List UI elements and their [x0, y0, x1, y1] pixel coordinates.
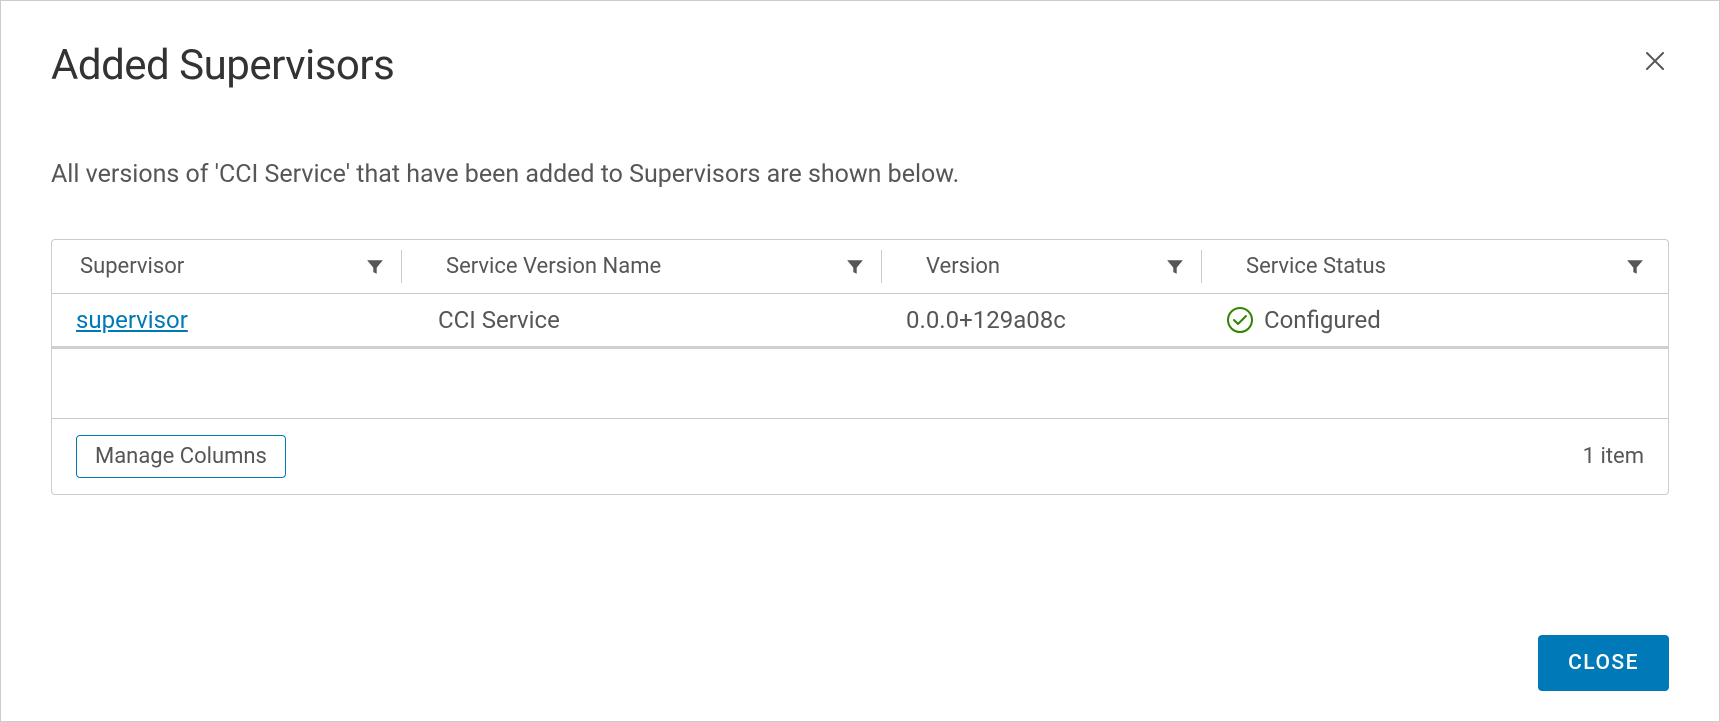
cell-version: 0.0.0+129a08c	[882, 294, 1202, 346]
column-header-label: Service Version Name	[446, 254, 661, 279]
manage-columns-button[interactable]: Manage Columns	[76, 435, 286, 478]
filter-icon[interactable]	[366, 258, 384, 276]
table-header-row: Supervisor Service Version Name Version …	[52, 240, 1668, 294]
item-count: 1 item	[1583, 444, 1644, 469]
filter-icon[interactable]	[1166, 258, 1184, 276]
filter-icon[interactable]	[1626, 258, 1644, 276]
close-button[interactable]: CLOSE	[1538, 635, 1669, 691]
cell-service-status: Configured	[1202, 294, 1668, 346]
column-header-version[interactable]: Version	[882, 240, 1202, 293]
check-circle-icon	[1226, 306, 1254, 334]
table-spacer	[52, 349, 1668, 419]
column-header-service-status[interactable]: Service Status	[1202, 240, 1668, 293]
modal-footer: CLOSE	[51, 635, 1669, 691]
cell-service-version-name: CCI Service	[402, 294, 882, 346]
modal-description: All versions of 'CCI Service' that have …	[51, 160, 1669, 189]
filter-icon[interactable]	[846, 258, 864, 276]
column-header-service-version-name[interactable]: Service Version Name	[402, 240, 882, 293]
cell-supervisor: supervisor	[52, 294, 402, 346]
column-header-label: Supervisor	[80, 254, 184, 279]
supervisor-link[interactable]: supervisor	[76, 306, 188, 334]
added-supervisors-modal: Added Supervisors All versions of 'CCI S…	[0, 0, 1720, 722]
modal-title: Added Supervisors	[51, 41, 394, 90]
supervisors-table: Supervisor Service Version Name Version …	[51, 239, 1669, 495]
column-header-label: Version	[926, 254, 1000, 279]
table-footer: Manage Columns 1 item	[52, 419, 1668, 494]
column-header-label: Service Status	[1246, 254, 1386, 279]
close-icon[interactable]	[1641, 47, 1669, 75]
modal-header: Added Supervisors	[51, 41, 1669, 90]
column-header-supervisor[interactable]: Supervisor	[52, 240, 402, 293]
status-text: Configured	[1264, 306, 1381, 334]
table-row: supervisor CCI Service 0.0.0+129a08c Con…	[52, 294, 1668, 349]
